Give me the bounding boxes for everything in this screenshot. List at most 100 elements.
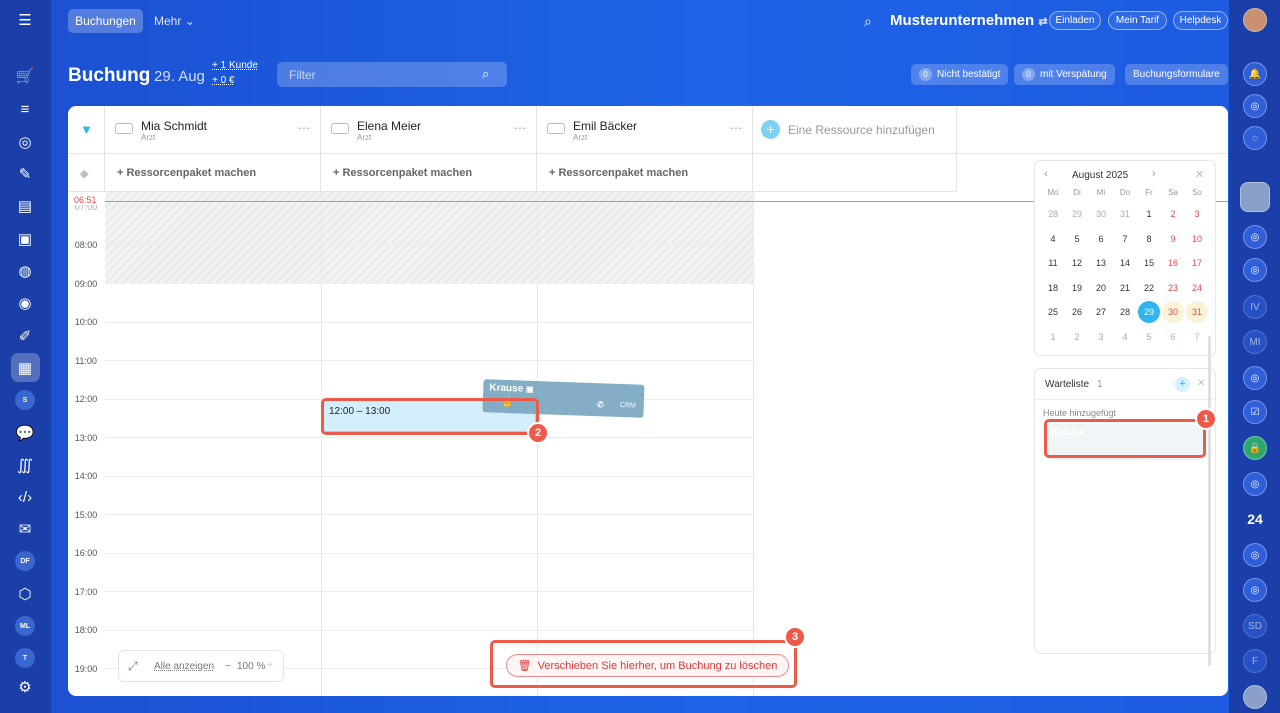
calendar-day[interactable]: 12: [1066, 252, 1088, 274]
filter-input[interactable]: Filter: [277, 62, 507, 87]
calendar-day[interactable]: 21: [1114, 277, 1136, 299]
calendar-day[interactable]: 7: [1114, 228, 1136, 250]
late-button[interactable]: 0 mit Verspätung: [1014, 64, 1115, 85]
calendar-day[interactable]: 6: [1162, 326, 1184, 348]
invite-button[interactable]: Einladen: [1049, 11, 1101, 30]
calendar-day[interactable]: 18: [1042, 277, 1064, 299]
openline-icon-4[interactable]: ◎: [1243, 472, 1267, 496]
openline-icon-2[interactable]: ◎: [1243, 258, 1267, 282]
show-all-link[interactable]: Alle anzeigen: [154, 661, 214, 672]
calendar-day[interactable]: 9: [1162, 228, 1184, 250]
openline-icon-3[interactable]: ◎: [1243, 366, 1267, 390]
more-dots-icon[interactable]: ⋯: [730, 121, 742, 135]
lock-icon[interactable]: 🔒: [1243, 436, 1267, 460]
calendar-day[interactable]: 3: [1090, 326, 1112, 348]
openline-icon-6[interactable]: ◎: [1243, 578, 1267, 602]
calendar-day[interactable]: 16: [1162, 252, 1184, 274]
add-waitlist-icon[interactable]: +: [1175, 377, 1190, 392]
mail-icon[interactable]: ✉: [13, 517, 37, 541]
badge-iv[interactable]: IV: [1243, 295, 1267, 319]
calendar-booking-icon[interactable]: ▦: [13, 356, 37, 380]
amount-link[interactable]: + 0 €: [212, 75, 235, 86]
resource-header-3[interactable]: Emil Bäcker Arzt ⋯: [537, 106, 753, 154]
openline-icon-5[interactable]: ◎: [1243, 543, 1267, 567]
signature-icon[interactable]: ∭: [13, 453, 37, 477]
more-dots-icon[interactable]: ⋯: [298, 121, 310, 135]
calendar-day[interactable]: 13: [1090, 252, 1112, 274]
close-icon[interactable]: ✕: [1195, 168, 1204, 181]
tab-mehr[interactable]: Mehr ⌄: [154, 14, 195, 28]
calendar-day[interactable]: 3: [1186, 203, 1208, 225]
calendar-day[interactable]: 1: [1138, 203, 1160, 225]
search-icon[interactable]: ⌕: [864, 13, 872, 30]
lifebuoy-icon[interactable]: ◉: [13, 291, 37, 315]
calendar-day[interactable]: 30: [1090, 203, 1112, 225]
contact-card-icon[interactable]: ▣: [13, 227, 37, 251]
calendar-day[interactable]: 30: [1162, 301, 1184, 323]
target-icon[interactable]: ◎: [13, 130, 37, 154]
calendar-day[interactable]: 2: [1162, 203, 1184, 225]
calendar-day[interactable]: 29: [1066, 203, 1088, 225]
badge-sd[interactable]: SD: [1243, 614, 1267, 638]
badge-s[interactable]: S: [15, 390, 35, 410]
calendar-day[interactable]: 17: [1186, 252, 1208, 274]
user-avatar[interactable]: [1243, 8, 1267, 32]
calendar-day[interactable]: 27: [1090, 301, 1112, 323]
calendar-day[interactable]: 11: [1042, 252, 1064, 274]
calendar-day[interactable]: 6: [1090, 228, 1112, 250]
more-dots-icon[interactable]: ⋯: [514, 121, 526, 135]
calendar-day[interactable]: 29: [1138, 301, 1160, 323]
search-icon[interactable]: ⌕: [482, 66, 489, 82]
store-icon[interactable]: ▤: [13, 194, 37, 218]
page-date[interactable]: 29. Aug: [154, 68, 205, 85]
calendar-day[interactable]: 31: [1114, 203, 1136, 225]
clients-count-link[interactable]: + 1 Kunde: [212, 60, 258, 71]
filter-funnel-icon[interactable]: ▼: [80, 122, 93, 137]
tab-buchungen[interactable]: Buchungen: [68, 9, 143, 33]
calendar-day[interactable]: 23: [1162, 277, 1184, 299]
make-package-button[interactable]: + Ressorcenpaket machen: [321, 154, 537, 192]
document-edit-icon[interactable]: ✐: [13, 324, 37, 348]
calendar-day[interactable]: 26: [1066, 301, 1088, 323]
scrollbar[interactable]: [1208, 336, 1211, 666]
calendar-day[interactable]: 19: [1066, 277, 1088, 299]
unconfirmed-button[interactable]: 0 Nicht bestätigt: [911, 64, 1009, 85]
badge-mi[interactable]: MI: [1243, 330, 1267, 354]
menu-icon[interactable]: ☰: [13, 8, 37, 32]
zoom-out-icon[interactable]: –: [225, 660, 231, 671]
bell-icon[interactable]: 🔔: [1243, 62, 1267, 86]
calendar-day[interactable]: 22: [1138, 277, 1160, 299]
robot-icon[interactable]: ◍: [13, 259, 37, 283]
calendar-day[interactable]: 4: [1042, 228, 1064, 250]
make-package-button[interactable]: + Ressorcenpaket machen: [537, 154, 753, 192]
chat-icon[interactable]: 💬: [13, 421, 37, 445]
resource-header-2[interactable]: Elena Meier Arzt ⋯: [321, 106, 537, 154]
badge-df[interactable]: DF: [15, 551, 35, 571]
calendar-day[interactable]: 31: [1186, 301, 1208, 323]
calendar-day[interactable]: 8: [1138, 228, 1160, 250]
box-icon[interactable]: ⬡: [13, 582, 37, 606]
add-resource-button[interactable]: + Eine Ressource hinzufügen: [753, 106, 957, 154]
calendar-day[interactable]: 7: [1186, 326, 1208, 348]
calendar-day[interactable]: 4: [1114, 326, 1136, 348]
pen-icon[interactable]: ✎: [13, 162, 37, 186]
calendar-day[interactable]: 24: [1186, 277, 1208, 299]
calendar-day[interactable]: 28: [1042, 203, 1064, 225]
badge-f[interactable]: F: [1243, 649, 1267, 673]
code-icon[interactable]: ‹/›: [13, 485, 37, 509]
openline-icon-1[interactable]: ◎: [1243, 225, 1267, 249]
calendar-day[interactable]: 5: [1138, 326, 1160, 348]
badge-ml[interactable]: ML: [15, 616, 35, 636]
contact-avatar-2[interactable]: [1243, 685, 1267, 709]
copilot-icon[interactable]: ◎: [1243, 94, 1267, 118]
badge-t[interactable]: T: [15, 648, 35, 668]
calendar-day[interactable]: 14: [1114, 252, 1136, 274]
chevron-right-icon[interactable]: ›: [1152, 168, 1156, 180]
chat-bubble-icon[interactable]: ◌: [1243, 126, 1267, 150]
calendar-day[interactable]: 2: [1066, 326, 1088, 348]
calendar-day[interactable]: 25: [1042, 301, 1064, 323]
make-package-button[interactable]: + Ressorcenpaket machen: [105, 154, 321, 192]
chevron-left-icon[interactable]: ‹: [1044, 168, 1048, 180]
calendar-day[interactable]: 5: [1066, 228, 1088, 250]
contact-avatar[interactable]: [1240, 182, 1270, 212]
